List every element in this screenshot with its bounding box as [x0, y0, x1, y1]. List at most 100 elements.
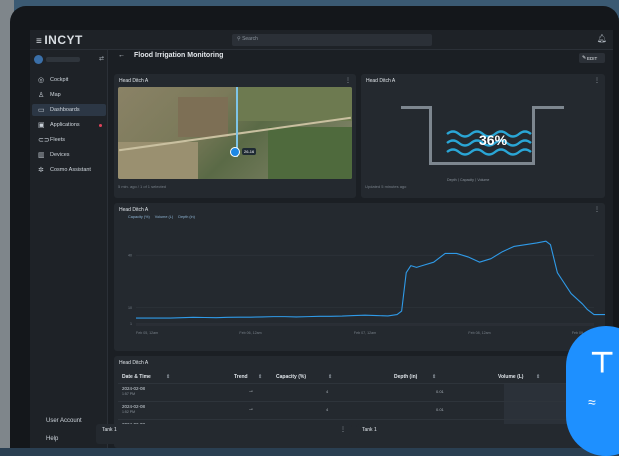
col-depth[interactable]: Depth (in): [394, 374, 417, 380]
sidebar-item-dashboards[interactable]: ▭ Dashboards: [32, 104, 106, 116]
sort-icon[interactable]: ⇕: [328, 374, 332, 380]
table-header: Date & Time ⇕ Trend ⇕ Capacity (%) ⇕ Dep…: [118, 371, 601, 381]
sidebar-item-label: Fleets: [50, 137, 65, 143]
sidebar-item-map[interactable]: ♙ Map: [32, 89, 106, 101]
notification-icon[interactable]: 🔔︎: [597, 34, 607, 43]
card-title: Head Ditch A: [366, 78, 396, 84]
cell-capacity: 4: [326, 407, 329, 412]
map-footer: 5 min. ago / 1 of 1 selected: [118, 184, 167, 189]
assistant-icon: ✲: [38, 167, 44, 174]
app-screen: ≡ INCYT ⚲ Search 🔔︎ ⇄ ◎ Cockpit ♙ Map ▭ Dashbo…: [30, 30, 613, 448]
tank-card: Tank 1 ⋮: [96, 424, 352, 444]
search-input[interactable]: ⚲ Search: [232, 34, 432, 46]
x-tick-label: Feb 07, 12am: [354, 331, 376, 335]
sort-icon[interactable]: ⇕: [536, 374, 540, 380]
date-text: 2024-02-08: [122, 386, 146, 391]
swap-icon[interactable]: ⇄: [99, 55, 104, 62]
water-level-icon: ⊤: [590, 347, 615, 378]
pin-label: 26-16: [242, 148, 257, 155]
map-card: Head Ditch A ⋮ 26-16 5 min. ago / 1 of 1…: [114, 74, 356, 198]
kebab-menu-icon[interactable]: ⋮: [594, 206, 600, 213]
chart-title: Head Ditch A: [119, 207, 149, 213]
line-chart[interactable]: 1 10 40 Feb 05, 12am Feb 06, 12am Feb 07, 12a…: [114, 221, 605, 351]
map-field: [268, 127, 352, 179]
fleets-icon: ⊂⊃: [38, 137, 50, 144]
kebab-menu-icon[interactable]: ⋮: [594, 77, 600, 84]
sidebar-item-label: Dashboards: [50, 107, 80, 113]
sort-icon[interactable]: ⇕: [432, 374, 436, 380]
page-title: Flood Irrigation Monitoring: [134, 52, 224, 59]
brand-name: INCYT: [44, 33, 83, 47]
org-name: [46, 57, 80, 62]
table-row[interactable]: 2024-02-08 1:52 PM → 4 0.01: [118, 401, 601, 419]
sort-icon[interactable]: ⇕: [166, 374, 170, 380]
legend-volume[interactable]: Volume (L): [155, 215, 173, 219]
ditch-legend: Depth ⟨ Capacity ⟩ Volume: [447, 178, 490, 182]
sidebar-item-devices[interactable]: ▥ Devices: [32, 149, 106, 161]
card-title: Head Ditch A: [119, 78, 149, 84]
pencil-icon: ✎: [582, 55, 587, 61]
kebab-menu-icon[interactable]: ⋮: [340, 426, 346, 433]
sidebar-item-fleets[interactable]: ⊂⊃ Fleets: [32, 134, 106, 146]
sort-icon[interactable]: ⇕: [258, 374, 262, 380]
ditch-footer: Updated 5 minutes ago: [365, 184, 407, 189]
legend-depth[interactable]: Depth (in): [178, 215, 195, 219]
y-tick-label: 1: [130, 322, 132, 326]
menu-icon[interactable]: ≡: [36, 36, 42, 47]
org-switcher[interactable]: ⇄: [34, 54, 104, 66]
table-title: Head Ditch A: [119, 360, 149, 366]
sidebar-item-label: Devices: [50, 152, 70, 158]
brand-logo[interactable]: ≡ INCYT: [36, 33, 83, 47]
device-pin-icon[interactable]: [230, 147, 240, 157]
satellite-map[interactable]: 26-16: [118, 87, 352, 179]
ditch-right-rim: [532, 106, 564, 109]
org-avatar: [34, 55, 43, 64]
capacity-percentage: 36%: [479, 132, 508, 148]
sidebar-item-cosmo-assistant[interactable]: ✲ Cosmo Assistant: [32, 164, 106, 176]
col-date[interactable]: Date & Time: [122, 374, 151, 380]
col-trend[interactable]: Trend: [234, 374, 248, 380]
search-placeholder: Search: [242, 36, 258, 42]
sidebar-item-label: Cosmo Assistant: [50, 167, 91, 173]
table-row[interactable]: 2024-02-08 1:57 PM → 4 0.01: [118, 383, 601, 401]
dashboard-icon: ▭: [38, 107, 45, 114]
sidebar: ⇄ ◎ Cockpit ♙ Map ▭ Dashboards ▣ Applications ⊂⊃…: [30, 50, 108, 448]
ditch-card: Head Ditch A ⋮ 36% Depth ⟨ Capacity ⟩ Vo…: [361, 74, 605, 198]
back-arrow-icon[interactable]: ←: [118, 52, 125, 59]
user-account-link[interactable]: User Account: [46, 418, 82, 424]
cell-date: 2024-02-08 1:57 PM: [122, 386, 145, 397]
trend-arrow-icon: →: [248, 388, 254, 394]
sidebar-item-label: Cockpit: [50, 77, 69, 83]
legend-capacity[interactable]: Capacity (%): [128, 215, 150, 219]
sidebar-item-applications[interactable]: ▣ Applications: [32, 119, 106, 131]
map-icon: ♙: [38, 92, 45, 99]
applications-icon: ▣: [38, 122, 45, 129]
kebab-menu-icon[interactable]: ⋮: [345, 77, 351, 84]
wave-icon: ≈: [588, 394, 596, 410]
cockpit-icon: ◎: [38, 77, 45, 84]
tank-card: Tank 1: [356, 424, 596, 444]
ditch-floor: [429, 162, 535, 165]
x-tick-label: Feb 05, 12am: [136, 331, 158, 335]
cell-capacity: 4: [326, 389, 329, 394]
trend-arrow-icon: →: [248, 406, 254, 412]
help-link[interactable]: Help: [46, 436, 58, 442]
tank-card-title: Tank 1: [102, 427, 117, 433]
tank-card-title: Tank 1: [362, 427, 377, 433]
cell-depth: 0.01: [436, 389, 444, 394]
edit-label: EDIT: [587, 55, 598, 61]
series-line-capacity: [136, 240, 605, 319]
top-bar: ≡ INCYT ⚲ Search 🔔︎: [30, 30, 613, 50]
date-text: 2024-02-08: [122, 404, 146, 409]
edit-button[interactable]: ✎ EDIT: [579, 53, 605, 63]
chart-card: Head Ditch A ⋮ Capacity (%) Volume (L) D…: [114, 203, 605, 351]
sidebar-item-cockpit[interactable]: ◎ Cockpit: [32, 74, 106, 86]
col-volume[interactable]: Volume (L): [498, 374, 523, 380]
col-capacity[interactable]: Capacity (%): [276, 374, 306, 380]
map-field: [238, 87, 352, 121]
x-tick-label: Feb 06, 12am: [239, 331, 261, 335]
x-tick-label: Feb 08, 12am: [468, 331, 490, 335]
notification-dot: [99, 124, 102, 127]
y-tick-label: 40: [128, 254, 132, 258]
sidebar-item-label: Map: [50, 92, 61, 98]
